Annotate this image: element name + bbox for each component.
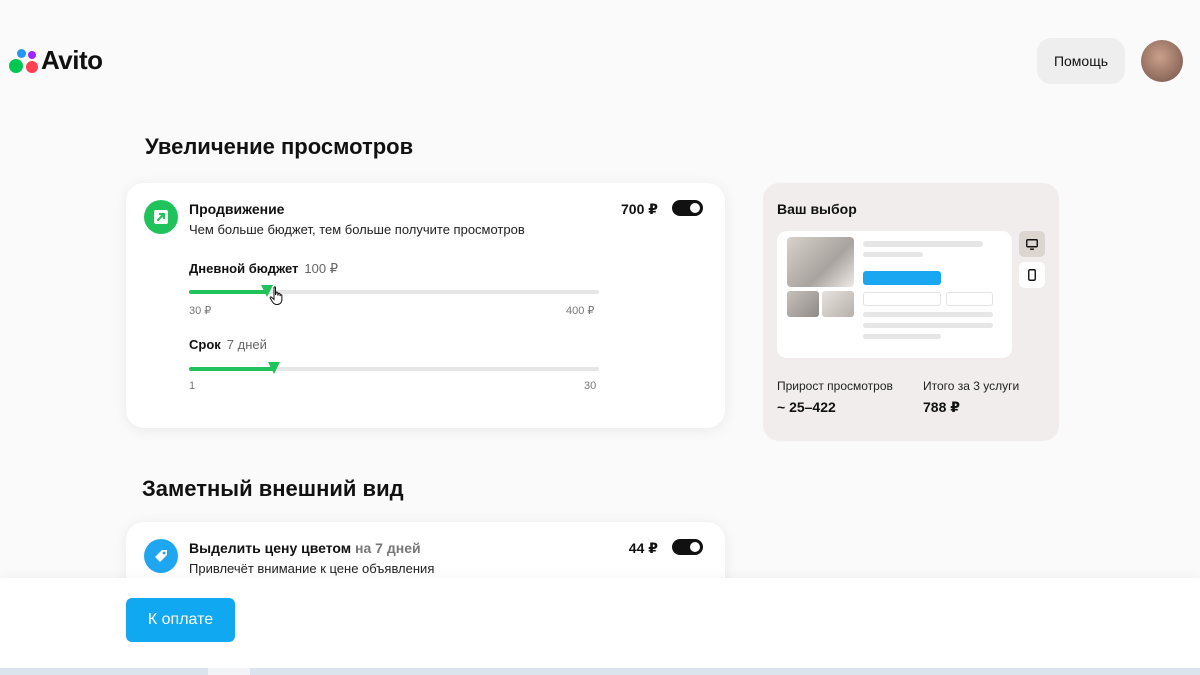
duration-label-text: Срок — [189, 337, 221, 352]
preview-title-placeholder — [863, 241, 983, 247]
promotion-card: Продвижение Чем больше бюджет, тем больш… — [126, 183, 725, 428]
pay-button[interactable]: К оплате — [126, 598, 235, 642]
promotion-description: Чем больше бюджет, тем больше получите п… — [189, 222, 525, 237]
total-label: Итого за 3 услуги — [923, 379, 1020, 393]
preview-text-placeholder — [863, 323, 993, 328]
help-button[interactable]: Помощь — [1037, 38, 1125, 84]
listing-preview — [777, 231, 1012, 358]
section-title-look: Заметный внешний вид — [142, 476, 404, 501]
highlight-toggle[interactable] — [672, 539, 703, 555]
logo-text: Avito — [41, 45, 103, 75]
bottom-strip — [0, 668, 1200, 675]
duration-max-label: 30 — [584, 380, 597, 392]
checkout-bar: К оплате — [0, 578, 1200, 675]
tag-icon — [144, 539, 178, 573]
preview-button-placeholder — [863, 292, 941, 306]
duration-slider-thumb[interactable] — [267, 362, 280, 374]
highlight-title-text: Выделить цену цветом — [189, 540, 352, 556]
preview-subtitle-placeholder — [863, 252, 923, 257]
highlight-title: Выделить цену цветом на 7 дней — [189, 540, 421, 556]
preview-text-placeholder — [863, 312, 993, 317]
duration-min-label: 1 — [189, 380, 196, 392]
promotion-price: 700 ₽ — [621, 201, 658, 217]
desktop-view-button[interactable] — [1019, 231, 1045, 257]
highlight-price: 44 ₽ — [628, 540, 658, 556]
avito-logo[interactable]: Avito — [9, 45, 103, 76]
preview-photo-main — [787, 237, 854, 287]
views-growth-value: ~ 25–422 — [777, 399, 836, 415]
budget-label-text: Дневной бюджет — [189, 261, 299, 276]
section-title-views: Увеличение просмотров — [145, 134, 414, 159]
budget-max-label: 400 ₽ — [566, 305, 595, 317]
logo-dots-icon — [9, 46, 39, 76]
bottom-strip-segment — [208, 668, 250, 675]
promotion-toggle[interactable] — [672, 200, 703, 216]
preview-price-highlight — [863, 271, 941, 285]
budget-label: Дневной бюджет 100 ₽ — [189, 261, 338, 277]
budget-min-label: 30 ₽ — [189, 305, 212, 317]
avatar[interactable] — [1141, 40, 1183, 82]
your-choice-title: Ваш выбор — [777, 201, 857, 217]
your-choice-panel: Ваш выбор Прирост просмотров ~ 25–422 Ит… — [763, 183, 1059, 441]
highlight-description: Привлечёт внимание к цене объявления — [189, 561, 435, 576]
highlight-duration: на 7 дней — [355, 540, 421, 556]
hand-cursor-icon — [269, 286, 283, 306]
duration-slider[interactable] — [189, 362, 599, 374]
duration-value: 7 дней — [226, 337, 267, 352]
arrow-up-right-icon — [144, 200, 178, 234]
budget-slider-fill — [189, 290, 267, 294]
preview-photo-small — [822, 291, 854, 317]
mobile-icon — [1028, 269, 1036, 281]
views-growth-label: Прирост просмотров — [777, 379, 893, 393]
duration-slider-fill — [189, 367, 274, 371]
duration-label: Срок 7 дней — [189, 337, 267, 352]
budget-value: 100 ₽ — [304, 261, 338, 276]
total-value: 788 ₽ — [923, 399, 960, 415]
desktop-icon — [1026, 238, 1038, 250]
promotion-title: Продвижение — [189, 201, 285, 217]
mobile-view-button[interactable] — [1019, 262, 1045, 288]
budget-slider[interactable] — [189, 285, 599, 297]
preview-button-placeholder — [946, 292, 993, 306]
preview-text-placeholder — [863, 334, 941, 339]
preview-photo-small — [787, 291, 819, 317]
